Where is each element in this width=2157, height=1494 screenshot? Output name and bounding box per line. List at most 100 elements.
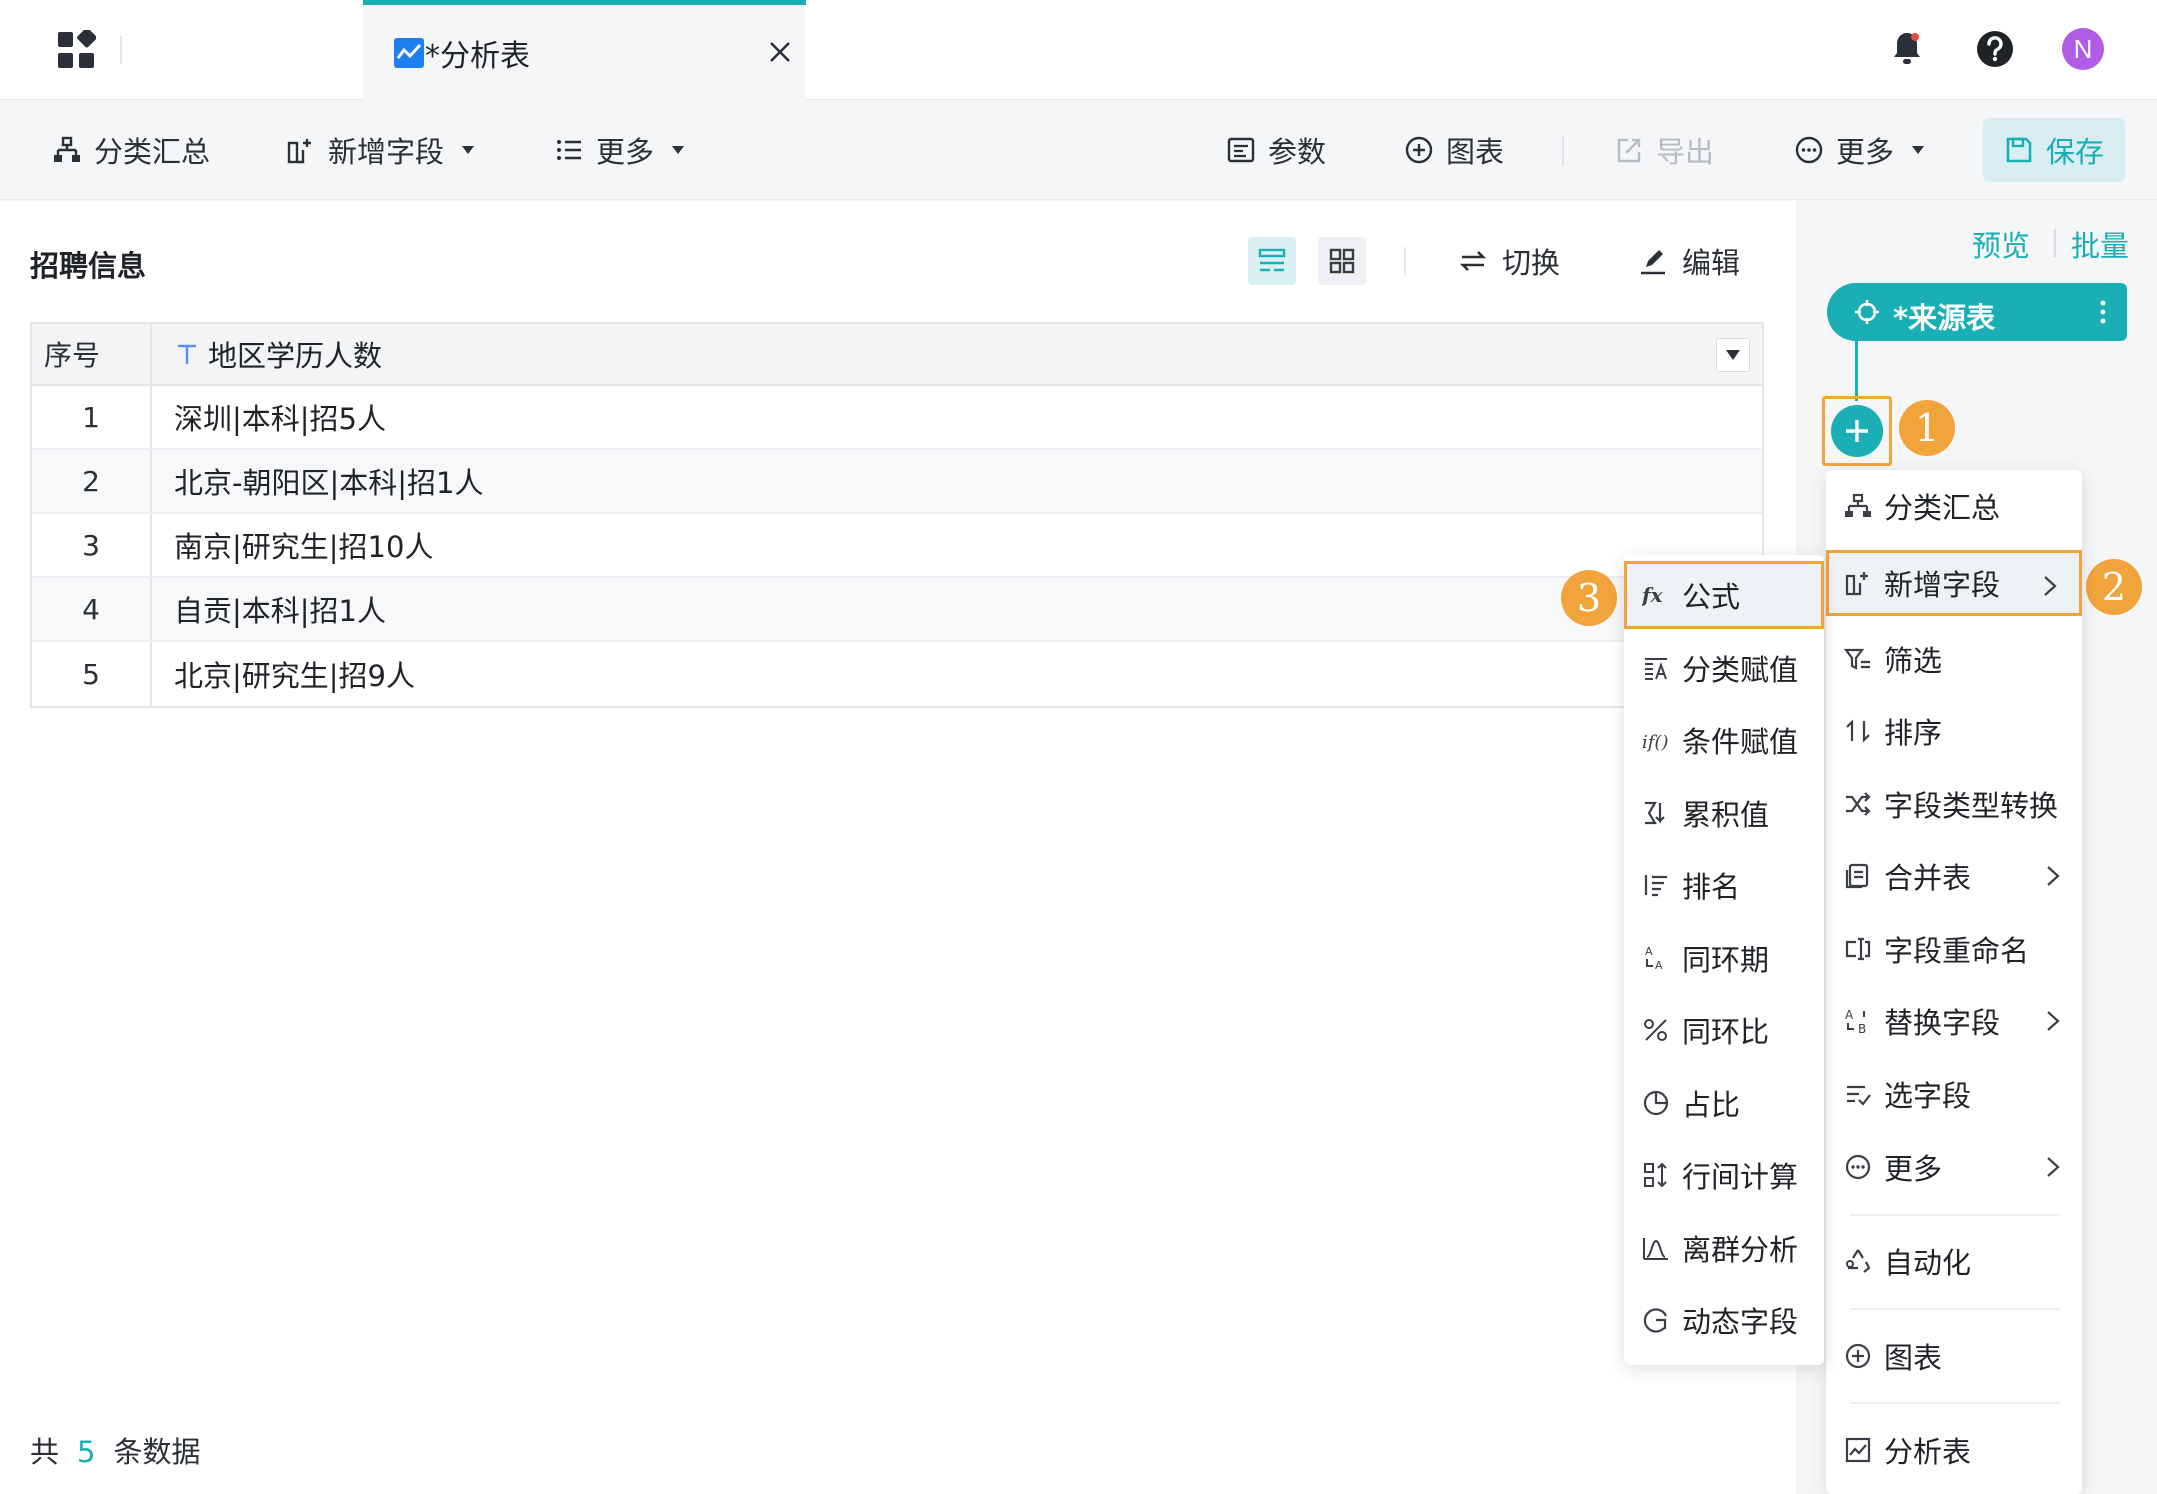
svg-text:fx: fx [1642, 583, 1664, 607]
header-column[interactable]: 地区学历人数 [152, 324, 1762, 384]
params-button[interactable]: 参数 [1226, 126, 1326, 174]
submenu-item-category-assign[interactable]: 分类赋值 [1624, 635, 1824, 701]
grid-view-icon [1329, 248, 1355, 274]
save-label: 保存 [2045, 135, 2104, 169]
formula-icon: fx [1642, 583, 1664, 607]
step-badge-1: 1 [1899, 400, 1955, 456]
help-icon[interactable] [1972, 26, 2018, 72]
submenu-item-period[interactable]: A A 同环期 [1624, 925, 1824, 991]
divider [2054, 229, 2056, 257]
table-row[interactable]: 5 北京|研究生|招9人 [32, 642, 1762, 706]
row-count: 共 5 条数据 [30, 1429, 200, 1471]
kebab-menu-icon[interactable] [2099, 299, 2107, 325]
condition-assign-icon: if() [1642, 732, 1668, 753]
analysis-table-icon [394, 38, 424, 68]
table-row[interactable]: 3 南京|研究生|招10人 [32, 514, 1762, 578]
save-button[interactable]: 保存 [1983, 118, 2125, 182]
menu-item-field-rename[interactable]: 字段重命名 [1826, 916, 2082, 982]
table-row[interactable]: 4 自贡|本科|招1人 [32, 578, 1762, 642]
chart-button[interactable]: 图表 [1404, 126, 1504, 174]
group-summary-icon [54, 136, 80, 162]
ratio-icon [1644, 1019, 1667, 1041]
row-cell[interactable]: 深圳|本科|招5人 [152, 386, 1762, 448]
switch-button[interactable]: 切换 [1458, 237, 1560, 285]
menu-item-label: 同环比 [1682, 1015, 1770, 1049]
list-view-button[interactable] [1248, 237, 1296, 285]
menu-item-label: 动态字段 [1682, 1305, 1799, 1339]
avatar[interactable]: N [2062, 28, 2104, 70]
submenu-item-cumulative[interactable]: 累积值 [1624, 780, 1824, 846]
source-table-node[interactable]: *来源表 [1827, 283, 2127, 341]
export-button[interactable]: 导出 [1614, 126, 1714, 174]
submenu-item-outlier[interactable]: 离群分析 [1624, 1215, 1824, 1281]
add-field-button[interactable]: 新增字段 [286, 126, 476, 174]
menu-item-label: 条件赋值 [1682, 725, 1799, 759]
menu-item-chart[interactable]: 图表 [1826, 1323, 2082, 1389]
edit-button[interactable]: 编辑 [1638, 237, 1740, 285]
divider [1404, 247, 1406, 275]
replace-icon: A B [1845, 1008, 1866, 1035]
menu-item-add-field[interactable]: 新增字段 [1826, 550, 2082, 616]
more-right-button[interactable]: 更多 [1794, 126, 1926, 174]
bell-icon[interactable] [1884, 26, 1930, 72]
menu-item-sort[interactable]: 排序 [1826, 698, 2082, 764]
swap-icon [1459, 251, 1487, 271]
add-step-button[interactable] [1822, 396, 1892, 466]
submenu-item-dynamic-field[interactable]: 动态字段 [1624, 1287, 1824, 1353]
outlier-icon [1643, 1238, 1668, 1260]
ranking-icon [1644, 875, 1667, 897]
row-cell[interactable]: 自贡|本科|招1人 [152, 578, 1762, 640]
row-index: 1 [32, 386, 152, 448]
source-node-label: *来源表 [1893, 301, 1996, 335]
menu-item-label: 排名 [1682, 870, 1741, 904]
more-left-button[interactable]: 更多 [554, 126, 686, 174]
svg-text:A: A [1645, 945, 1653, 958]
header-index: 序号 [32, 324, 152, 384]
params-label: 参数 [1268, 135, 1327, 169]
submenu-item-ratio[interactable]: 同环比 [1624, 997, 1824, 1063]
menu-item-label: 筛选 [1884, 644, 1943, 678]
preview-link[interactable]: 预览 [1972, 223, 2030, 265]
save-icon [2006, 137, 2032, 163]
submenu-item-proportion[interactable]: 占比 [1624, 1070, 1824, 1136]
submenu-item-condition-assign[interactable]: if() 条件赋值 [1624, 707, 1824, 773]
menu-item-filter[interactable]: 筛选 [1826, 626, 2082, 692]
dynamic-field-icon [1643, 1308, 1668, 1333]
menu-item-automation[interactable]: 自动化 [1826, 1228, 2082, 1294]
batch-link[interactable]: 批量 [2071, 223, 2129, 265]
menu-item-group-summary[interactable]: 分类汇总 [1826, 473, 2082, 539]
submenu-item-row-calc[interactable]: 行间计算 [1624, 1142, 1824, 1208]
row-index: 2 [32, 450, 152, 512]
table-row[interactable]: 1 深圳|本科|招5人 [32, 386, 1762, 450]
category-assign-icon [1645, 658, 1667, 680]
automation-icon [1846, 1249, 1871, 1273]
list-icon [557, 140, 581, 160]
row-calc-icon [1644, 1162, 1667, 1188]
group-summary-button[interactable]: 分类汇总 [52, 126, 210, 174]
menu-item-select-field[interactable]: 选字段 [1826, 1061, 2082, 1127]
menu-item-replace-field[interactable]: A B 替换字段 [1826, 988, 2082, 1054]
menu-item-analysis-table[interactable]: 分析表 [1826, 1417, 2082, 1483]
tab-analysis-table[interactable]: *分析表 [363, 0, 806, 100]
menu-item-label: 分类赋值 [1682, 653, 1799, 687]
export-icon [1617, 138, 1641, 163]
menu-item-field-type-convert[interactable]: 字段类型转换 [1826, 771, 2082, 837]
app-grid-icon[interactable] [56, 30, 96, 70]
target-icon [1855, 300, 1879, 324]
menu-item-merge-table[interactable]: 合并表 [1826, 843, 2082, 909]
close-icon[interactable] [767, 39, 793, 65]
column-dropdown-button[interactable] [1716, 338, 1750, 372]
row-index: 4 [32, 578, 152, 640]
card-view-button[interactable] [1318, 237, 1366, 285]
list-view-icon [1258, 248, 1286, 272]
submenu-item-ranking[interactable]: 排名 [1624, 852, 1824, 918]
params-icon [1227, 137, 1255, 163]
menu-item-more[interactable]: 更多 [1826, 1134, 2082, 1200]
table-row[interactable]: 2 北京-朝阳区|本科|招1人 [32, 450, 1762, 514]
submenu-item-formula[interactable]: fx 公式 [1624, 561, 1824, 629]
chevron-down-icon [672, 146, 685, 154]
row-cell[interactable]: 北京-朝阳区|本科|招1人 [152, 450, 1762, 512]
row-cell[interactable]: 北京|研究生|招9人 [152, 642, 1762, 706]
add-field-icon [1845, 572, 1868, 596]
row-cell[interactable]: 南京|研究生|招10人 [152, 514, 1762, 576]
